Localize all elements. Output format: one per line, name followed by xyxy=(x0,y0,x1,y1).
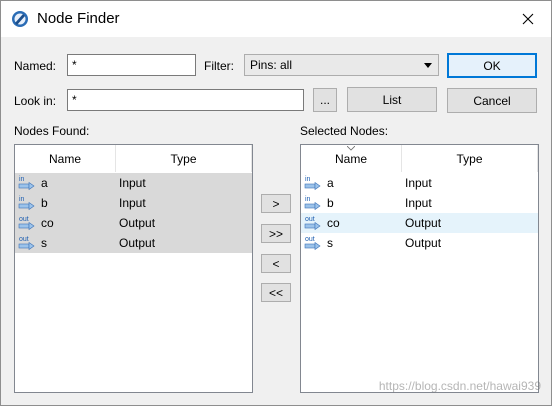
column-header-label: Name xyxy=(334,151,367,166)
add-all-button[interactable]: >> xyxy=(261,224,291,243)
close-icon xyxy=(522,13,534,25)
node-type: Input xyxy=(119,196,146,210)
node-name: co xyxy=(327,216,340,230)
ok-button[interactable]: OK xyxy=(447,53,537,78)
column-header-type[interactable]: Type xyxy=(402,145,538,172)
add-selected-button[interactable]: > xyxy=(261,194,291,213)
list-item[interactable]: in b Input xyxy=(301,193,538,213)
list-item[interactable]: out s Output xyxy=(301,233,538,253)
column-header-name[interactable]: Name xyxy=(15,145,116,172)
svg-text:out: out xyxy=(19,236,29,243)
input-pin-icon: in xyxy=(304,196,321,211)
node-name: a xyxy=(327,176,334,190)
column-header-type[interactable]: Type xyxy=(116,145,252,172)
named-input[interactable]: * xyxy=(67,54,196,76)
list-item[interactable]: in a Input xyxy=(15,173,252,193)
filter-label: Filter: xyxy=(204,59,234,73)
svg-text:in: in xyxy=(19,196,25,203)
column-header-name[interactable]: Name xyxy=(301,145,402,172)
node-name: s xyxy=(41,236,47,250)
close-button[interactable] xyxy=(505,1,551,37)
node-type: Input xyxy=(119,176,146,190)
input-pin-icon: in xyxy=(304,176,321,191)
node-type: Output xyxy=(405,216,442,230)
node-type: Output xyxy=(119,216,156,230)
remove-selected-button[interactable]: < xyxy=(261,254,291,273)
node-type: Input xyxy=(405,196,432,210)
nodes-found-list[interactable]: Name Type in a Input in b Input out co O… xyxy=(14,144,253,393)
svg-text:out: out xyxy=(305,216,315,223)
title-bar: Node Finder xyxy=(1,1,551,37)
filter-select[interactable]: Pins: all xyxy=(244,54,439,76)
lookin-label: Look in: xyxy=(14,94,57,108)
svg-text:in: in xyxy=(19,176,25,183)
svg-text:in: in xyxy=(305,196,311,203)
svg-text:in: in xyxy=(305,176,311,183)
svg-text:out: out xyxy=(19,216,29,223)
input-pin-icon: in xyxy=(18,176,35,191)
list-item[interactable]: in b Input xyxy=(15,193,252,213)
node-type: Input xyxy=(405,176,432,190)
list-button[interactable]: List xyxy=(347,87,437,112)
named-label: Named: xyxy=(14,59,57,73)
nodes-found-label: Nodes Found: xyxy=(14,124,90,138)
node-name: s xyxy=(327,236,333,250)
selected-nodes-label: Selected Nodes: xyxy=(300,124,389,138)
node-type: Output xyxy=(119,236,156,250)
browse-button[interactable]: ... xyxy=(313,88,337,112)
list-item[interactable]: out co Output xyxy=(15,213,252,233)
output-pin-icon: out xyxy=(304,236,321,251)
cancel-button[interactable]: Cancel xyxy=(447,88,537,113)
list-item[interactable]: in a Input xyxy=(301,173,538,193)
node-name: b xyxy=(41,196,48,210)
list-item[interactable]: out s Output xyxy=(15,233,252,253)
selected-nodes-list[interactable]: Name Type in a Input in b Input out co O… xyxy=(300,144,539,393)
output-pin-icon: out xyxy=(18,236,35,251)
svg-text:out: out xyxy=(305,236,315,243)
watermark: https://blog.csdn.net/hawai939 xyxy=(378,379,541,393)
node-name: co xyxy=(41,216,54,230)
output-pin-icon: out xyxy=(18,216,35,231)
node-name: a xyxy=(41,176,48,190)
input-pin-icon: in xyxy=(18,196,35,211)
node-type: Output xyxy=(405,236,442,250)
filter-value: Pins: all xyxy=(250,58,293,72)
node-finder-dialog: Node Finder Named: * Filter: Pins: all O… xyxy=(0,0,552,406)
sort-indicator-icon xyxy=(347,146,355,151)
window-title: Node Finder xyxy=(37,10,120,27)
lookin-input[interactable]: * xyxy=(67,89,304,111)
remove-all-button[interactable]: << xyxy=(261,283,291,302)
node-name: b xyxy=(327,196,334,210)
chevron-down-icon xyxy=(424,63,432,68)
list-item[interactable]: out co Output xyxy=(301,213,538,233)
app-icon xyxy=(12,11,28,27)
output-pin-icon: out xyxy=(304,216,321,231)
